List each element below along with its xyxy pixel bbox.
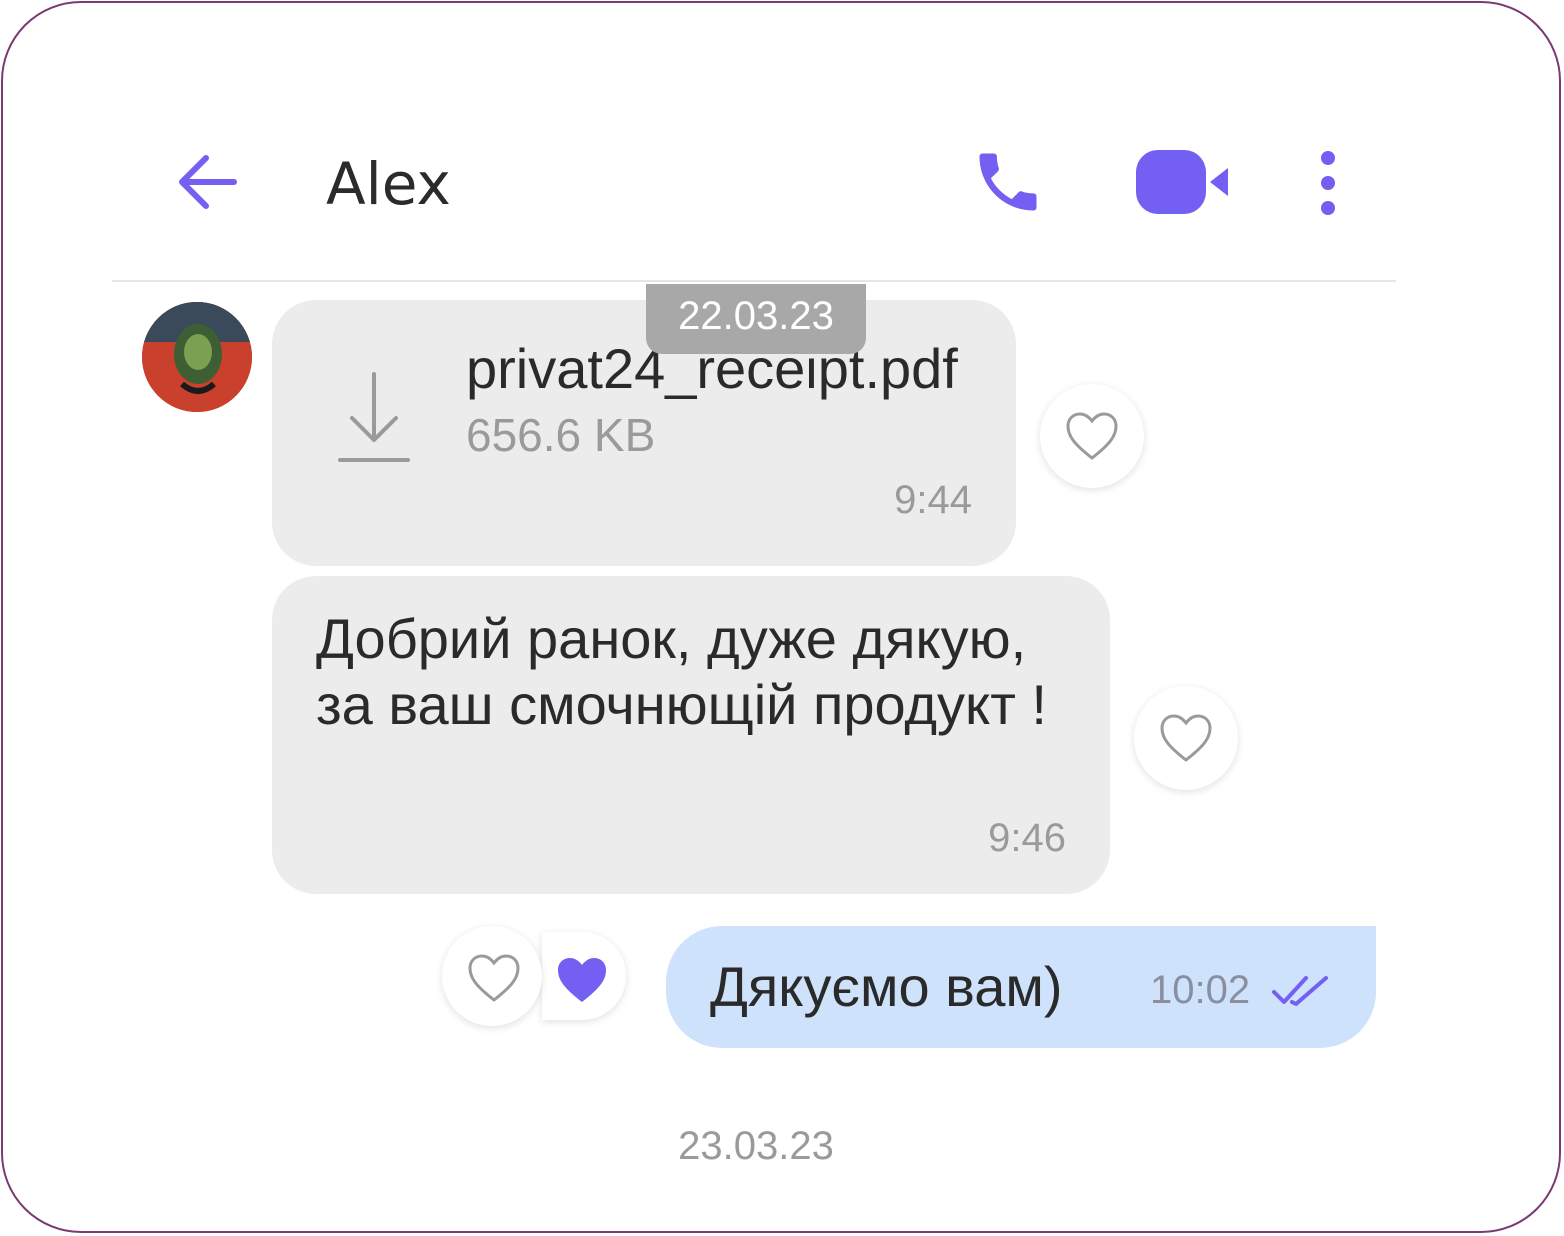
- chat-screen: Alex 22.03.23 privat24_receipt.pdf 656.6…: [112, 58, 1396, 1178]
- avatar-image: [142, 302, 252, 412]
- back-button[interactable]: [174, 148, 242, 216]
- video-call-button[interactable]: [1134, 144, 1234, 220]
- message-time: 9:46: [988, 816, 1066, 860]
- liked-reaction[interactable]: [542, 932, 626, 1020]
- heart-outline-icon: [1160, 714, 1212, 762]
- more-options-button[interactable]: [1308, 148, 1348, 218]
- date-separator: 23.03.23: [678, 1124, 834, 1168]
- file-size: 656.6 KB: [466, 409, 656, 461]
- message-time: 9:44: [894, 478, 972, 522]
- heart-outline-icon: [1066, 412, 1118, 460]
- download-icon[interactable]: [338, 370, 410, 466]
- call-button[interactable]: [970, 144, 1046, 220]
- message-time: 10:02: [1150, 968, 1251, 1012]
- heart-outline-icon: [468, 954, 520, 1002]
- message-text: Добрий ранок, дуже дякую, за ваш смочнющ…: [316, 607, 1047, 736]
- like-button[interactable]: [1134, 686, 1238, 790]
- video-camera-icon: [1136, 150, 1228, 214]
- phone-icon: [979, 153, 1037, 211]
- heart-filled-icon: [558, 958, 606, 1002]
- more-vertical-icon: [1321, 151, 1335, 215]
- outgoing-message-bubble[interactable]: Дякуємо вам) 10:02: [666, 926, 1376, 1048]
- double-check-icon: [1272, 976, 1328, 1006]
- date-separator: 22.03.23: [646, 284, 866, 354]
- contact-name[interactable]: Alex: [326, 148, 451, 220]
- arrow-left-icon: [179, 155, 237, 209]
- message-text: Дякуємо вам): [710, 955, 1063, 1018]
- chat-header: Alex: [112, 58, 1396, 282]
- file-message-bubble[interactable]: privat24_receipt.pdf 656.6 KB 9:44: [272, 300, 1016, 566]
- like-button[interactable]: [1040, 384, 1144, 488]
- text-message-bubble[interactable]: Добрий ранок, дуже дякую, за ваш смочнющ…: [272, 576, 1110, 894]
- contact-avatar[interactable]: [142, 302, 252, 412]
- like-button[interactable]: [442, 926, 542, 1026]
